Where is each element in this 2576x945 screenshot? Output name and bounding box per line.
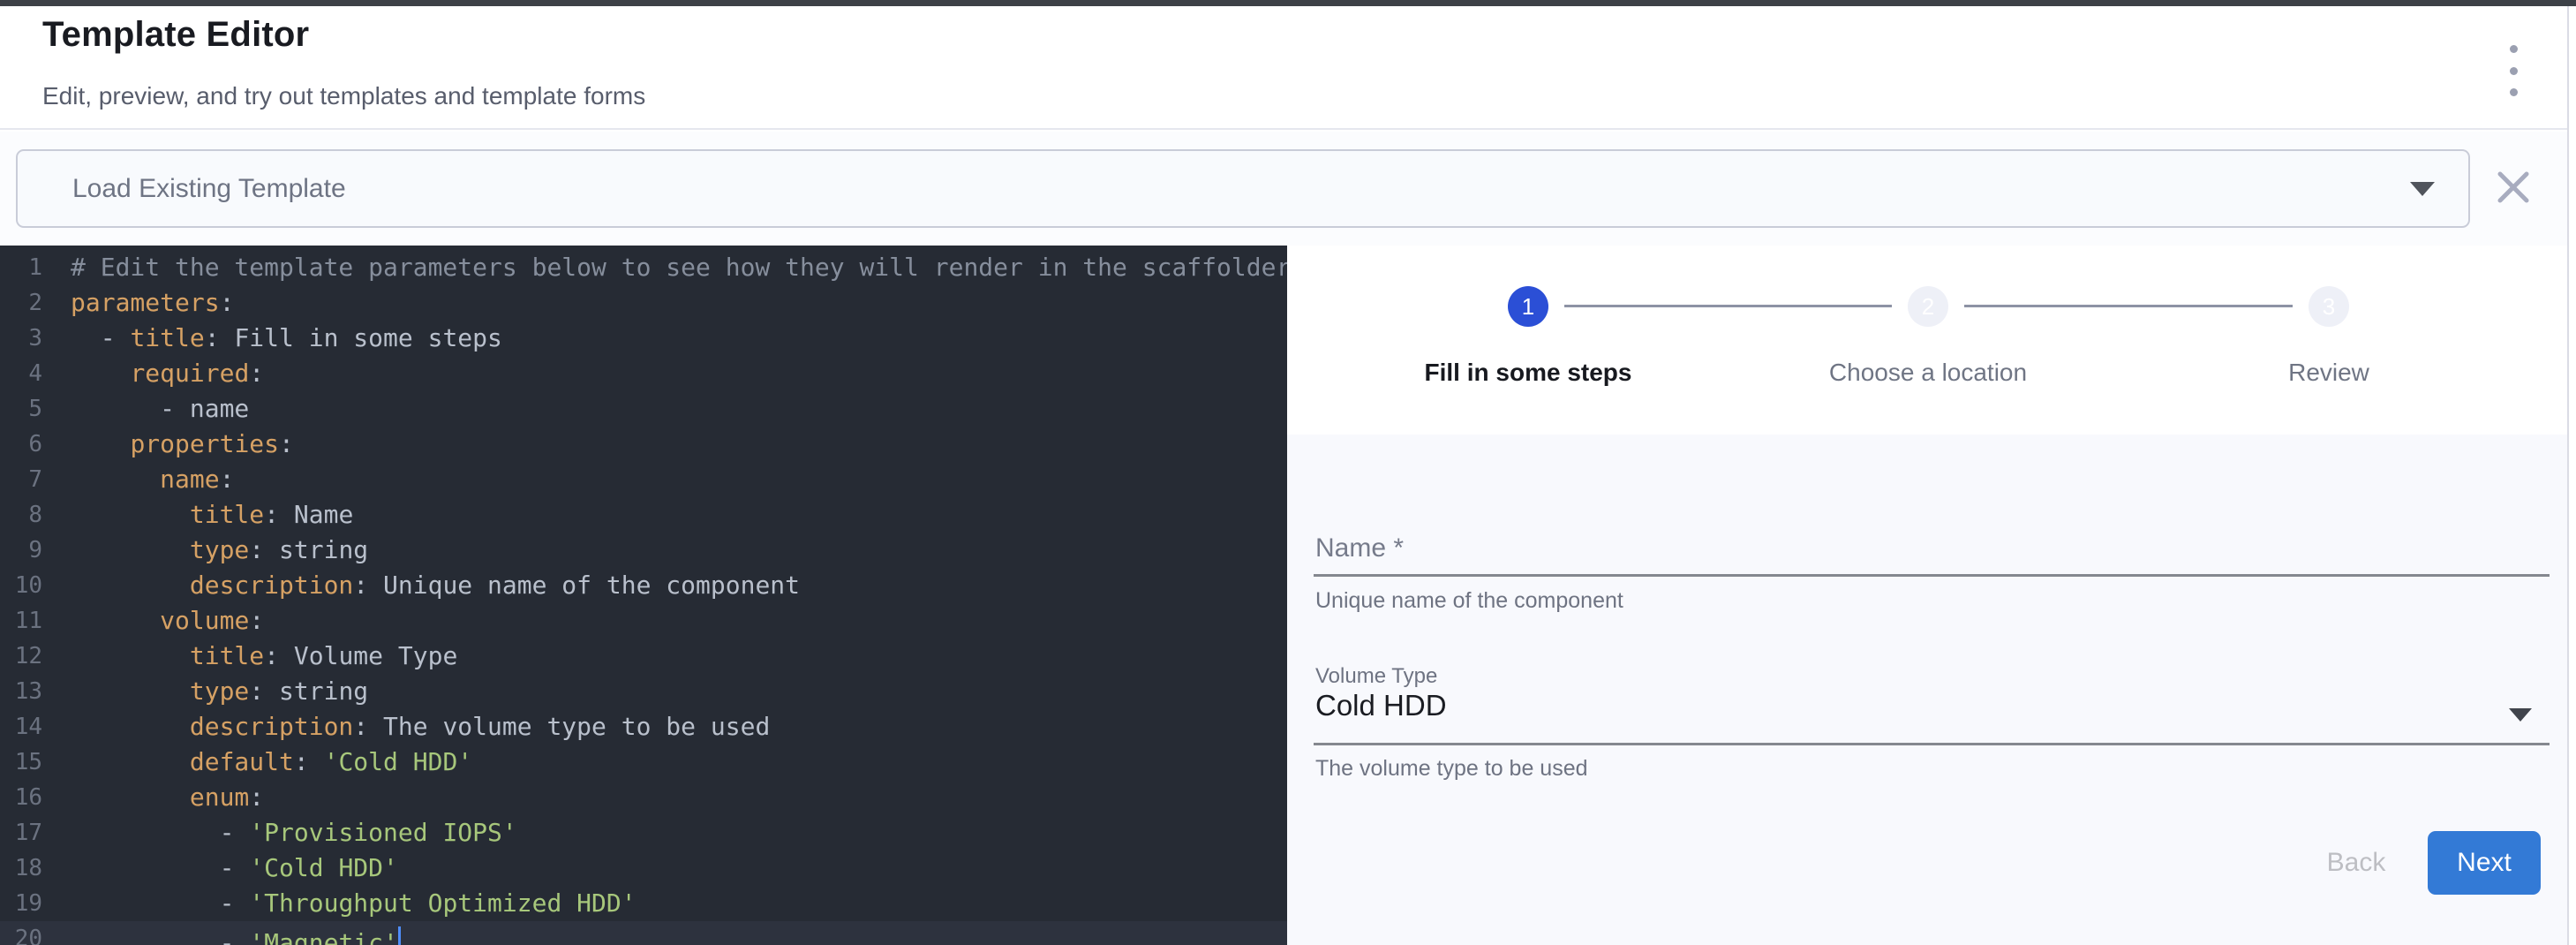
next-button[interactable]: Next: [2428, 831, 2541, 895]
code-text: volume:: [71, 603, 264, 639]
close-icon[interactable]: [2489, 163, 2537, 211]
line-number: 4: [0, 356, 42, 391]
line-number: 20: [0, 921, 42, 945]
load-select-placeholder: Load Existing Template: [72, 174, 2410, 204]
back-button[interactable]: Back: [2299, 832, 2414, 894]
code-line[interactable]: 13 type: string: [0, 674, 1287, 709]
select-caret-icon: [2509, 708, 2532, 722]
code-line[interactable]: 20 - 'Magnetic': [0, 921, 1287, 945]
volume-input-underline: [1314, 743, 2550, 745]
step-label: Fill in some steps: [1352, 357, 1705, 389]
step-label: Choose a location: [1751, 357, 2105, 389]
line-number: 10: [0, 568, 42, 603]
page-title: Template Editor: [42, 15, 309, 55]
code-text: default: 'Cold HDD': [71, 745, 472, 780]
line-number: 6: [0, 427, 42, 462]
page-subtitle: Edit, preview, and try out templates and…: [42, 82, 645, 110]
code-line[interactable]: 18 - 'Cold HDD': [0, 850, 1287, 886]
code-text: - 'Cold HDD': [71, 850, 398, 886]
line-number: 11: [0, 603, 42, 639]
code-line[interactable]: 3 - title: Fill in some steps: [0, 321, 1287, 356]
line-number: 19: [0, 886, 42, 921]
volume-helper-text: The volume type to be used: [1315, 756, 1588, 782]
kebab-menu-icon[interactable]: [2498, 45, 2528, 96]
template-toolbar: Load Existing Template: [0, 132, 2567, 246]
code-line[interactable]: 2 parameters:: [0, 285, 1287, 321]
code-text: title: Volume Type: [71, 639, 457, 674]
code-text: parameters:: [71, 285, 234, 321]
code-line[interactable]: 6 properties:: [0, 427, 1287, 462]
step-circle-1: 1: [1508, 286, 1548, 327]
line-number: 15: [0, 745, 42, 780]
line-number: 16: [0, 780, 42, 815]
step-circle-3: 3: [2309, 286, 2349, 327]
code-line[interactable]: 5 - name: [0, 391, 1287, 427]
code-line[interactable]: 4 required:: [0, 356, 1287, 391]
code-line[interactable]: 10 description: Unique name of the compo…: [0, 568, 1287, 603]
page-header: Template Editor Edit, preview, and try o…: [0, 6, 2567, 130]
code-text: - 'Throughput Optimized HDD': [71, 886, 636, 921]
name-helper-text: Unique name of the component: [1315, 588, 1623, 614]
step-label: Review: [2152, 357, 2505, 389]
load-existing-template-select[interactable]: Load Existing Template: [16, 149, 2470, 228]
code-line[interactable]: 14 description: The volume type to be us…: [0, 709, 1287, 745]
code-text: - 'Magnetic': [71, 921, 401, 945]
line-number: 18: [0, 850, 42, 886]
window-top-strip: [0, 0, 2576, 6]
name-field-label: Name *: [1315, 533, 1404, 563]
code-line[interactable]: 7 name:: [0, 462, 1287, 497]
code-line[interactable]: 9 type: string: [0, 533, 1287, 568]
code-text: title: Name: [71, 497, 353, 533]
code-text: type: string: [71, 674, 368, 709]
line-number: 5: [0, 391, 42, 427]
volume-type-value: Cold HDD: [1315, 689, 1447, 722]
line-number: 1: [0, 250, 42, 285]
code-text: type: string: [71, 533, 368, 568]
code-line[interactable]: 16 enum:: [0, 780, 1287, 815]
code-line[interactable]: 12 title: Volume Type: [0, 639, 1287, 674]
step-connector: [1564, 305, 1892, 307]
wizard-actions: Back Next: [1287, 831, 2567, 896]
code-text: description: Unique name of the componen…: [71, 568, 800, 603]
wizard-form: Name * Unique name of the component Volu…: [1287, 435, 2567, 945]
code-text: name:: [71, 462, 234, 497]
line-number: 7: [0, 462, 42, 497]
line-number: 12: [0, 639, 42, 674]
name-input[interactable]: [1314, 523, 2550, 574]
volume-type-select[interactable]: Cold HDD: [1315, 685, 2541, 742]
code-text: - name: [71, 391, 249, 427]
template-preview-panel: 1 Fill in some steps 2 Choose a location 3 Re…: [1287, 246, 2567, 945]
code-text: # Edit the template parameters below to …: [71, 250, 1287, 285]
code-line[interactable]: 19 - 'Throughput Optimized HDD': [0, 886, 1287, 921]
code-lines-container: 1 # Edit the template parameters below to…: [0, 250, 1287, 945]
code-text: properties:: [71, 427, 294, 462]
name-input-underline: [1314, 574, 2550, 577]
step-circle-2: 2: [1908, 286, 1948, 327]
line-number: 14: [0, 709, 42, 745]
line-number: 13: [0, 674, 42, 709]
line-number: 9: [0, 533, 42, 568]
code-text: enum:: [71, 780, 264, 815]
code-line[interactable]: 11 volume:: [0, 603, 1287, 639]
code-line[interactable]: 8 title: Name: [0, 497, 1287, 533]
line-number: 3: [0, 321, 42, 356]
code-line[interactable]: 17 - 'Provisioned IOPS': [0, 815, 1287, 850]
scrollbar[interactable]: [2567, 0, 2576, 945]
code-text: description: The volume type to be used: [71, 709, 770, 745]
code-text: required:: [71, 356, 264, 391]
code-editor[interactable]: 1 # Edit the template parameters below to…: [0, 246, 1287, 945]
step-connector: [1964, 305, 2293, 307]
text-cursor: [398, 926, 401, 945]
line-number: 2: [0, 285, 42, 321]
code-text: - title: Fill in some steps: [71, 321, 502, 356]
wizard-stepper: 1 Fill in some steps 2 Choose a location 3 Re…: [1287, 246, 2567, 435]
code-line[interactable]: 15 default: 'Cold HDD': [0, 745, 1287, 780]
line-number: 8: [0, 497, 42, 533]
line-number: 17: [0, 815, 42, 850]
code-text: - 'Provisioned IOPS': [71, 815, 517, 850]
code-line[interactable]: 1 # Edit the template parameters below to…: [0, 250, 1287, 285]
dropdown-caret-icon: [2410, 182, 2435, 196]
